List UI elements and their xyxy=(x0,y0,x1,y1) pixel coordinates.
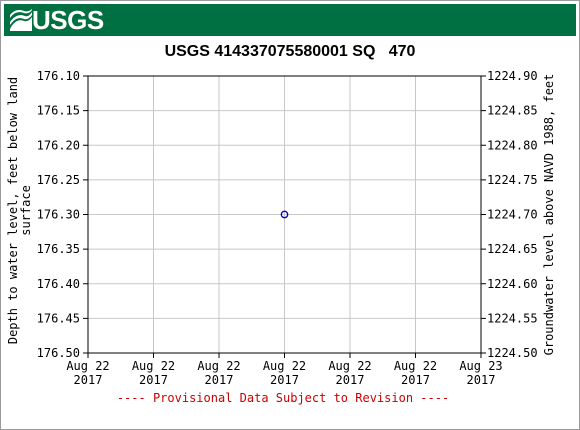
y-right-tick-label: 1224.65 xyxy=(487,242,538,256)
x-tick-label-date: Aug 22 xyxy=(132,359,175,373)
x-tick-label-date: Aug 22 xyxy=(197,359,240,373)
x-tick-label-date: Aug 23 xyxy=(459,359,502,373)
x-tick-label-date: Aug 22 xyxy=(263,359,306,373)
x-tick-label-date: Aug 22 xyxy=(394,359,437,373)
x-tick-label-year: 2017 xyxy=(467,373,496,387)
y-left-tick-label: 176.35 xyxy=(37,242,80,256)
y-right-tick-label: 1224.90 xyxy=(487,69,538,83)
y-left-axis-title: Depth to water level, feet below land xyxy=(6,77,20,344)
y-right-tick-label: 1224.85 xyxy=(487,104,538,118)
y-right-tick-label: 1224.50 xyxy=(487,346,538,360)
y-left-tick-label: 176.15 xyxy=(37,104,80,118)
y-left-tick-label: 176.40 xyxy=(37,277,80,291)
y-left-tick-label: 176.20 xyxy=(37,138,80,152)
y-left-axis-title-line2: surface xyxy=(19,185,33,236)
y-left-tick-label: 176.45 xyxy=(37,311,80,325)
y-right-tick-label: 1224.55 xyxy=(487,311,538,325)
x-tick-label-date: Aug 22 xyxy=(66,359,109,373)
y-left-tick-label: 176.50 xyxy=(37,346,80,360)
x-tick-label-date: Aug 22 xyxy=(328,359,371,373)
x-tick-label-year: 2017 xyxy=(270,373,299,387)
x-tick-label-year: 2017 xyxy=(401,373,430,387)
x-tick-label-year: 2017 xyxy=(336,373,365,387)
provisional-data-notice: ---- Provisional Data Subject to Revisio… xyxy=(116,391,450,405)
y-right-tick-label: 1224.75 xyxy=(487,173,538,187)
y-left-tick-label: 176.25 xyxy=(37,173,80,187)
y-left-tick-label: 176.30 xyxy=(37,208,80,222)
hydrograph-chart: 176.10 1224.90 176.15 1224.85 176.20 1224.80 1… xyxy=(6,69,556,387)
x-tick-label-year: 2017 xyxy=(139,373,168,387)
x-tick-label-year: 2017 xyxy=(205,373,234,387)
y-right-axis-title: Groundwater level above NAVD 1988, feet xyxy=(542,74,556,356)
y-right-tick-label: 1224.60 xyxy=(487,277,538,291)
x-tick-label-year: 2017 xyxy=(74,373,103,387)
y-right-tick-label: 1224.80 xyxy=(487,138,538,152)
y-right-tick-label: 1224.70 xyxy=(487,208,538,222)
y-left-tick-label: 176.10 xyxy=(37,69,80,83)
